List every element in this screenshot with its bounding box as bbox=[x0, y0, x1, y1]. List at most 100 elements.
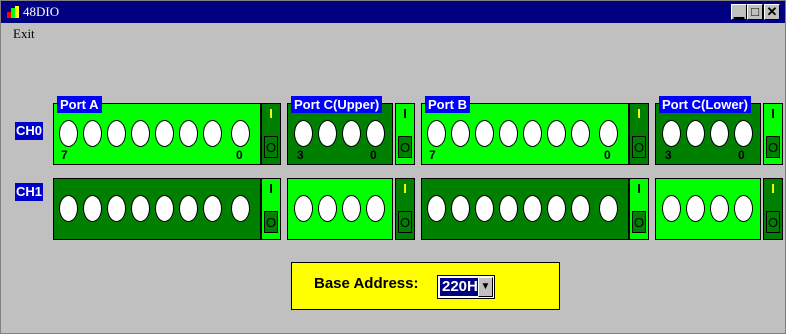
io-toggle-port-a-ch1[interactable]: I O bbox=[261, 178, 281, 240]
led-bit-0[interactable] bbox=[599, 120, 618, 147]
bit-label-msb: 3 bbox=[665, 148, 672, 162]
port-c-upper-ch0[interactable]: Port C(Upper) 3 0 bbox=[287, 96, 393, 165]
led-bit-2[interactable] bbox=[547, 195, 566, 222]
led-bit-5[interactable] bbox=[475, 195, 494, 222]
led-bit-7[interactable] bbox=[59, 195, 78, 222]
port-title-port-b: Port B bbox=[425, 96, 470, 113]
led-bit-0[interactable] bbox=[734, 195, 753, 222]
led-bit-0[interactable] bbox=[734, 120, 753, 147]
title-bar[interactable]: 48DIO ▁ □ ✕ bbox=[1, 1, 785, 23]
led-bit-2[interactable] bbox=[686, 195, 705, 222]
io-output-label: O bbox=[633, 215, 645, 230]
led-bit-1[interactable] bbox=[710, 195, 729, 222]
maximize-button[interactable]: □ bbox=[747, 4, 763, 20]
led-bit-3[interactable] bbox=[523, 120, 542, 147]
led-bit-1[interactable] bbox=[571, 120, 590, 147]
led-bit-1[interactable] bbox=[203, 120, 222, 147]
io-output-box: O bbox=[264, 136, 278, 158]
io-toggle-port-b-ch1[interactable]: I O bbox=[629, 178, 649, 240]
window-title: 48DIO bbox=[23, 4, 60, 19]
base-address-label: Base Address: bbox=[314, 275, 419, 292]
io-toggle-port-b-ch0[interactable]: I O bbox=[629, 103, 649, 165]
io-output-label: O bbox=[767, 140, 779, 155]
led-bit-1[interactable] bbox=[203, 195, 222, 222]
led-bit-2[interactable] bbox=[686, 120, 705, 147]
io-toggle-port-c-upper-ch0[interactable]: I O bbox=[395, 103, 415, 165]
led-bit-2[interactable] bbox=[318, 195, 337, 222]
led-bit-7[interactable] bbox=[427, 120, 446, 147]
led-bit-2[interactable] bbox=[318, 120, 337, 147]
led-bit-1[interactable] bbox=[342, 120, 361, 147]
io-output-label: O bbox=[265, 140, 277, 155]
base-address-select[interactable]: 220H ▼ bbox=[437, 275, 495, 299]
io-toggle-port-c-lower-ch1[interactable]: I O bbox=[763, 178, 783, 240]
io-toggle-port-c-lower-ch0[interactable]: I O bbox=[763, 103, 783, 165]
io-output-label: O bbox=[767, 215, 779, 230]
port-a-ch0[interactable]: Port A 7 0 bbox=[53, 96, 261, 165]
io-output-label: O bbox=[399, 215, 411, 230]
minimize-button[interactable]: ▁ bbox=[731, 4, 747, 20]
led-bit-7[interactable] bbox=[59, 120, 78, 147]
port-title-port-c-lower: Port C(Lower) bbox=[659, 96, 751, 113]
led-bit-3[interactable] bbox=[155, 120, 174, 147]
led-bit-7[interactable] bbox=[427, 195, 446, 222]
io-toggle-port-c-upper-ch1[interactable]: I O bbox=[395, 178, 415, 240]
io-output-box: O bbox=[766, 136, 780, 158]
port-b-ch1[interactable] bbox=[421, 178, 629, 240]
led-bit-3[interactable] bbox=[294, 120, 313, 147]
port-b-ch0[interactable]: Port B 7 0 bbox=[421, 96, 629, 165]
menu-exit[interactable]: Exit bbox=[13, 26, 35, 42]
chevron-down-icon[interactable]: ▼ bbox=[478, 277, 493, 297]
led-bit-3[interactable] bbox=[523, 195, 542, 222]
io-input-indicator: I bbox=[269, 106, 273, 121]
port-a-ch1[interactable] bbox=[53, 178, 261, 240]
io-output-box: O bbox=[398, 136, 412, 158]
app-window: 48DIO ▁ □ ✕ Exit CH0 CH1 Port A 7 0 I O … bbox=[0, 0, 786, 334]
led-bit-3[interactable] bbox=[155, 195, 174, 222]
bit-label-msb: 3 bbox=[297, 148, 304, 162]
io-input-indicator: I bbox=[771, 106, 775, 121]
led-bit-4[interactable] bbox=[131, 195, 150, 222]
led-bit-4[interactable] bbox=[499, 195, 518, 222]
led-bit-3[interactable] bbox=[662, 120, 681, 147]
led-bit-0[interactable] bbox=[599, 195, 618, 222]
bit-label-lsb: 0 bbox=[236, 148, 243, 162]
led-bit-6[interactable] bbox=[451, 120, 470, 147]
led-bit-6[interactable] bbox=[83, 120, 102, 147]
led-bit-5[interactable] bbox=[475, 120, 494, 147]
io-input-indicator: I bbox=[403, 181, 407, 196]
led-bit-1[interactable] bbox=[710, 120, 729, 147]
led-bit-0[interactable] bbox=[366, 195, 385, 222]
menu-bar: Exit bbox=[1, 23, 785, 43]
port-c-lower-ch1[interactable] bbox=[655, 178, 761, 240]
base-address-value: 220H bbox=[440, 278, 480, 296]
port-c-lower-ch0[interactable]: Port C(Lower) 3 0 bbox=[655, 96, 761, 165]
io-output-label: O bbox=[265, 215, 277, 230]
led-bit-6[interactable] bbox=[451, 195, 470, 222]
led-bit-3[interactable] bbox=[294, 195, 313, 222]
led-bit-4[interactable] bbox=[499, 120, 518, 147]
led-bit-1[interactable] bbox=[571, 195, 590, 222]
bit-label-lsb: 0 bbox=[370, 148, 377, 162]
io-input-indicator: I bbox=[771, 181, 775, 196]
led-bit-0[interactable] bbox=[366, 120, 385, 147]
close-button[interactable]: ✕ bbox=[764, 4, 780, 20]
io-output-label: O bbox=[399, 140, 411, 155]
led-bit-2[interactable] bbox=[547, 120, 566, 147]
led-bit-0[interactable] bbox=[231, 195, 250, 222]
led-bit-5[interactable] bbox=[107, 195, 126, 222]
led-bit-6[interactable] bbox=[83, 195, 102, 222]
port-title-port-c-upper: Port C(Upper) bbox=[291, 96, 383, 113]
led-bit-2[interactable] bbox=[179, 120, 198, 147]
led-bit-2[interactable] bbox=[179, 195, 198, 222]
io-input-indicator: I bbox=[637, 106, 641, 121]
channel-label-ch1: CH1 bbox=[15, 183, 44, 201]
io-toggle-port-a-ch0[interactable]: I O bbox=[261, 103, 281, 165]
port-c-upper-ch1[interactable] bbox=[287, 178, 393, 240]
led-bit-5[interactable] bbox=[107, 120, 126, 147]
led-bit-4[interactable] bbox=[131, 120, 150, 147]
led-bit-1[interactable] bbox=[342, 195, 361, 222]
led-bit-0[interactable] bbox=[231, 120, 250, 147]
app-icon bbox=[7, 6, 19, 18]
led-bit-3[interactable] bbox=[662, 195, 681, 222]
